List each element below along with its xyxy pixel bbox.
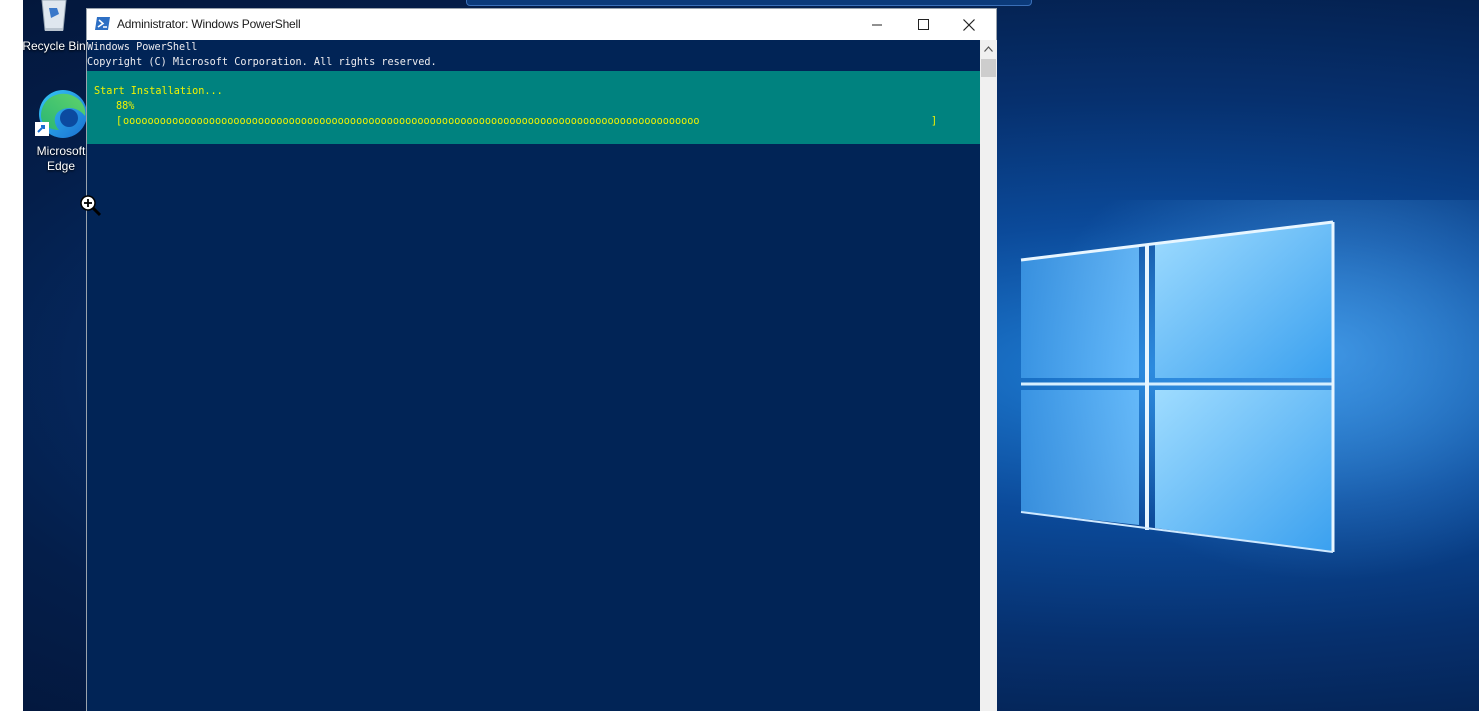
maximize-button[interactable] <box>900 9 946 40</box>
progress-bar-fill: oooooooooooooooooooooooooooooooooooooooo… <box>123 116 700 127</box>
recycle-bin-icon <box>37 0 71 32</box>
scroll-up-button[interactable] <box>980 40 997 57</box>
powershell-window[interactable]: Administrator: Windows PowerShell Window… <box>86 8 997 711</box>
powershell-icon <box>95 17 110 30</box>
window-titlebar[interactable]: Administrator: Windows PowerShell <box>87 9 996 40</box>
minimize-icon <box>872 24 882 25</box>
zoom-in-cursor-icon <box>80 195 102 217</box>
maximize-icon <box>917 19 929 30</box>
vertical-scrollbar[interactable] <box>980 40 997 711</box>
window-title: Administrator: Windows PowerShell <box>117 17 301 31</box>
background-window-edge <box>466 0 1032 6</box>
close-icon <box>963 18 975 31</box>
progress-block: Start Installation... 88% [ oooooooooooo… <box>87 71 980 144</box>
close-button[interactable] <box>946 9 992 40</box>
console-line: Copyright (C) Microsoft Corporation. All… <box>87 57 437 68</box>
scroll-thumb[interactable] <box>981 59 996 77</box>
progress-percent: 88% <box>116 101 135 112</box>
console-output[interactable]: Windows PowerShell Copyright (C) Microso… <box>87 40 980 711</box>
console-line: Windows PowerShell <box>87 42 198 53</box>
progress-bar-open: [ <box>116 116 123 127</box>
desktop: Recycle Bin Microsoft Edge Administrator… <box>23 0 1479 711</box>
desktop-icon-recycle-bin[interactable]: Recycle Bin <box>23 0 89 53</box>
edge-icon <box>33 86 89 142</box>
chevron-up-icon <box>984 45 993 52</box>
progress-activity: Start Installation... <box>94 86 223 97</box>
progress-bar-close: ] <box>931 116 938 127</box>
windows-logo-wallpaper <box>983 200 1479 580</box>
desktop-icon-label: Recycle Bin <box>23 39 86 53</box>
minimize-button[interactable] <box>854 9 900 40</box>
